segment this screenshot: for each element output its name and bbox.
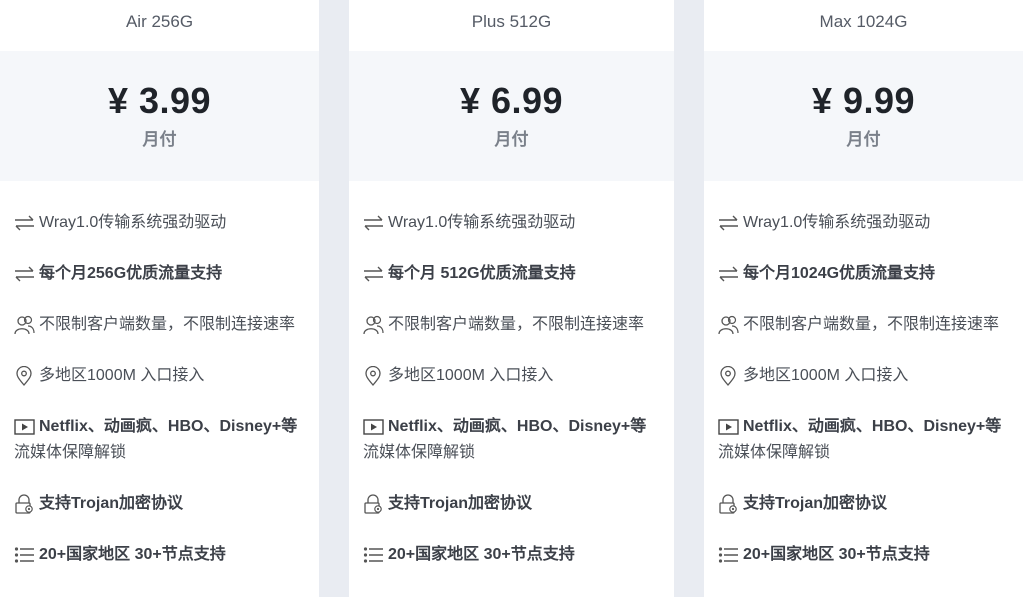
feature-clients: 不限制客户端数量，不限制连接速率 xyxy=(718,312,1023,338)
lock-icon xyxy=(14,491,36,517)
feature-streaming: Netflix、动画疯、HBO、Disney+等 流媒体保障解锁 xyxy=(363,414,674,466)
feature-clients: 不限制客户端数量，不限制连接速率 xyxy=(363,312,674,338)
video-play-icon xyxy=(363,414,385,440)
feature-text: 20+国家地区 30+节点支持 xyxy=(39,546,226,563)
feature-trojan: 支持Trojan加密协议 xyxy=(718,491,1023,517)
feature-driver: Wray1.0传输系统强劲驱动 xyxy=(363,210,674,236)
pricing-section: Air 256G ¥ 3.99 月付 Wray1.0传输系统强劲驱动 每个月25… xyxy=(0,0,1023,597)
plan-price: ¥ 9.99 xyxy=(811,80,916,121)
feature-trojan: 支持Trojan加密协议 xyxy=(14,491,319,517)
feature-driver: Wray1.0传输系统强劲驱动 xyxy=(14,210,319,236)
feature-text: Netflix、动画疯、HBO、Disney+等 xyxy=(743,418,1002,435)
feature-trojan: 支持Trojan加密协议 xyxy=(363,491,674,517)
feature-text: 支持Trojan加密协议 xyxy=(388,495,533,512)
feature-text: 多地区1000M 入口接入 xyxy=(39,367,205,384)
users-icon xyxy=(718,312,740,338)
feature-traffic: 每个月256G优质流量支持 xyxy=(14,261,319,287)
plan-card-plus: Plus 512G ¥ 6.99 月付 Wray1.0传输系统强劲驱动 每个月 … xyxy=(349,0,674,597)
list-icon xyxy=(363,542,385,568)
feature-text-line2: 流媒体保障解锁 xyxy=(718,444,831,461)
feature-text: 不限制客户端数量，不限制连接速率 xyxy=(388,316,645,333)
feature-text: 每个月 512G优质流量支持 xyxy=(388,265,576,282)
list-icon xyxy=(718,542,740,568)
feature-nodes: 20+国家地区 30+节点支持 xyxy=(14,542,319,568)
feature-text: Wray1.0传输系统强劲驱动 xyxy=(743,214,931,231)
feature-text: 不限制客户端数量，不限制连接速率 xyxy=(743,316,1000,333)
plan-price: ¥ 6.99 xyxy=(459,80,564,121)
lock-icon xyxy=(718,491,740,517)
feature-text-line2: 流媒体保障解锁 xyxy=(14,444,127,461)
video-play-icon xyxy=(718,414,740,440)
price-box: ¥ 9.99 月付 xyxy=(704,51,1023,181)
plan-card-air: Air 256G ¥ 3.99 月付 Wray1.0传输系统强劲驱动 每个月25… xyxy=(0,0,319,597)
billing-period: 月付 xyxy=(494,130,529,149)
transfer-arrows-icon xyxy=(718,261,740,287)
feature-text: 每个月1024G优质流量支持 xyxy=(743,265,936,282)
plan-name: Air 256G xyxy=(0,0,319,51)
feature-driver: Wray1.0传输系统强劲驱动 xyxy=(718,210,1023,236)
plan-name: Plus 512G xyxy=(349,0,674,51)
billing-period: 月付 xyxy=(142,130,177,149)
location-pin-icon xyxy=(14,363,36,389)
feature-text: 支持Trojan加密协议 xyxy=(743,495,888,512)
feature-list: Wray1.0传输系统强劲驱动 每个月 512G优质流量支持 不限制客户端数量，… xyxy=(349,181,674,568)
feature-clients: 不限制客户端数量，不限制连接速率 xyxy=(14,312,319,338)
price-box: ¥ 3.99 月付 xyxy=(0,51,319,181)
feature-entry: 多地区1000M 入口接入 xyxy=(718,363,1023,389)
transfer-arrows-icon xyxy=(718,210,740,236)
feature-text: Wray1.0传输系统强劲驱动 xyxy=(388,214,576,231)
billing-period: 月付 xyxy=(846,130,881,149)
list-icon xyxy=(14,542,36,568)
transfer-arrows-icon xyxy=(363,210,385,236)
users-icon xyxy=(14,312,36,338)
feature-text: 多地区1000M 入口接入 xyxy=(743,367,909,384)
feature-nodes: 20+国家地区 30+节点支持 xyxy=(718,542,1023,568)
feature-text: Netflix、动画疯、HBO、Disney+等 xyxy=(39,418,298,435)
feature-text: 每个月256G优质流量支持 xyxy=(39,265,223,282)
feature-list: Wray1.0传输系统强劲驱动 每个月1024G优质流量支持 不限制客户端数量，… xyxy=(704,181,1023,568)
feature-nodes: 20+国家地区 30+节点支持 xyxy=(363,542,674,568)
plan-price: ¥ 3.99 xyxy=(107,80,212,121)
feature-entry: 多地区1000M 入口接入 xyxy=(14,363,319,389)
users-icon xyxy=(363,312,385,338)
feature-text-line2: 流媒体保障解锁 xyxy=(363,444,476,461)
feature-text: 多地区1000M 入口接入 xyxy=(388,367,554,384)
transfer-arrows-icon xyxy=(14,210,36,236)
feature-streaming: Netflix、动画疯、HBO、Disney+等 流媒体保障解锁 xyxy=(14,414,319,466)
feature-text: 支持Trojan加密协议 xyxy=(39,495,184,512)
feature-text: 不限制客户端数量，不限制连接速率 xyxy=(39,316,296,333)
feature-text: Wray1.0传输系统强劲驱动 xyxy=(39,214,227,231)
location-pin-icon xyxy=(363,363,385,389)
lock-icon xyxy=(363,491,385,517)
location-pin-icon xyxy=(718,363,740,389)
feature-traffic: 每个月1024G优质流量支持 xyxy=(718,261,1023,287)
feature-text: 20+国家地区 30+节点支持 xyxy=(388,546,575,563)
feature-traffic: 每个月 512G优质流量支持 xyxy=(363,261,674,287)
video-play-icon xyxy=(14,414,36,440)
transfer-arrows-icon xyxy=(14,261,36,287)
feature-entry: 多地区1000M 入口接入 xyxy=(363,363,674,389)
price-box: ¥ 6.99 月付 xyxy=(349,51,674,181)
plan-card-max: Max 1024G ¥ 9.99 月付 Wray1.0传输系统强劲驱动 每个月1… xyxy=(704,0,1023,597)
transfer-arrows-icon xyxy=(363,261,385,287)
feature-text: 20+国家地区 30+节点支持 xyxy=(743,546,930,563)
plan-name: Max 1024G xyxy=(704,0,1023,51)
feature-list: Wray1.0传输系统强劲驱动 每个月256G优质流量支持 不限制客户端数量，不… xyxy=(0,181,319,568)
feature-text: Netflix、动画疯、HBO、Disney+等 xyxy=(388,418,647,435)
feature-streaming: Netflix、动画疯、HBO、Disney+等 流媒体保障解锁 xyxy=(718,414,1023,466)
